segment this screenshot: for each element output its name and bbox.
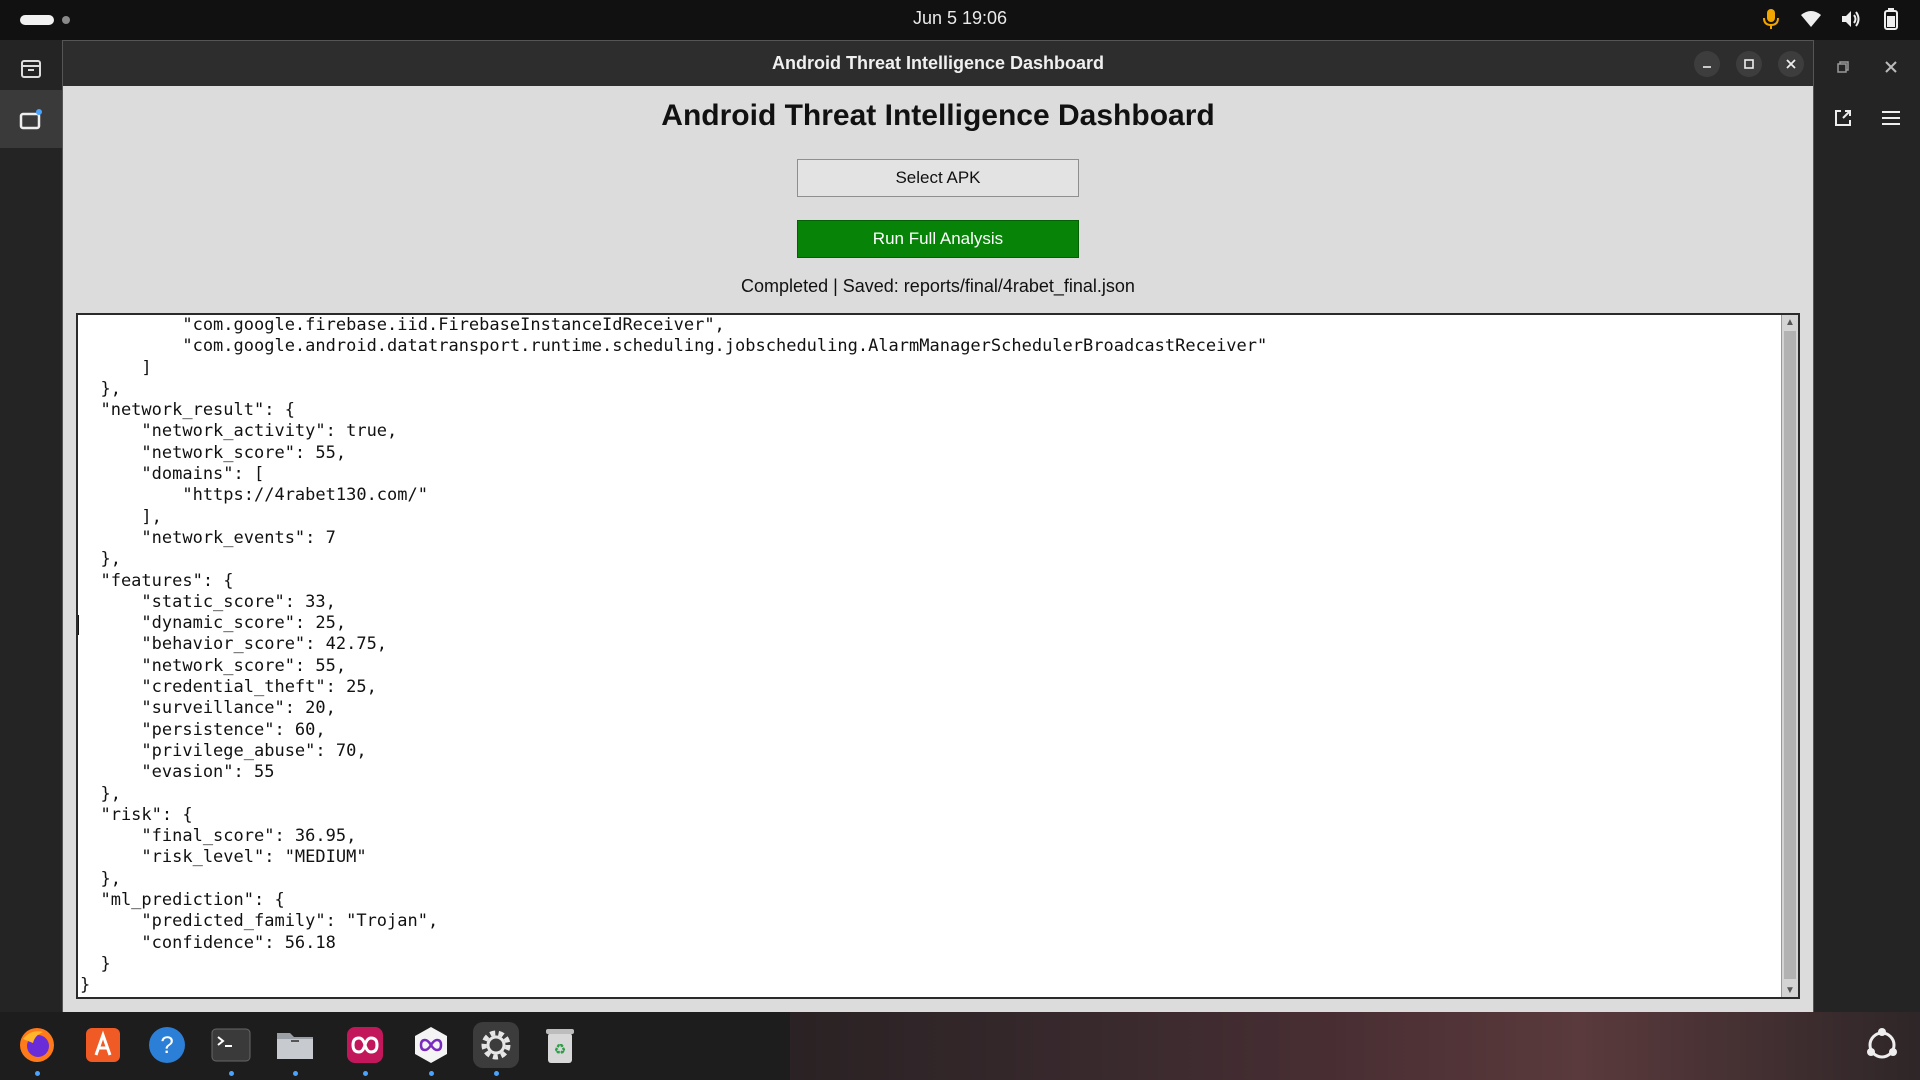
volume-icon[interactable]: [1840, 8, 1862, 30]
terminal-icon[interactable]: [208, 1022, 254, 1068]
text-cursor: [78, 615, 79, 635]
restore-icon[interactable]: [1828, 52, 1858, 82]
settings-running-dot: [494, 1071, 499, 1076]
files-running-dot: [293, 1071, 298, 1076]
clock[interactable]: Jun 5 19:06: [0, 8, 1920, 29]
settings-icon[interactable]: [473, 1022, 519, 1068]
run-full-analysis-button[interactable]: Run Full Analysis: [797, 220, 1079, 258]
page-title: Android Threat Intelligence Dashboard: [661, 99, 1215, 132]
terminal-running-dot: [229, 1071, 234, 1076]
window-titlebar[interactable]: Android Threat Intelligence Dashboard: [63, 41, 1813, 86]
microphone-icon[interactable]: [1760, 8, 1782, 30]
window-title: Android Threat Intelligence Dashboard: [771, 53, 1105, 73]
battery-icon[interactable]: [1880, 8, 1902, 30]
window-switcher-icon[interactable]: [0, 90, 62, 148]
maximize-button[interactable]: [1736, 51, 1762, 77]
scrollbar-thumb[interactable]: [1784, 331, 1796, 979]
show-apps-icon[interactable]: [1859, 1022, 1905, 1068]
close-icon[interactable]: [1876, 52, 1906, 82]
export-icon[interactable]: [1828, 103, 1858, 133]
app-window: Android Threat Intelligence Dashboard An…: [62, 40, 1814, 1014]
firefox-icon[interactable]: [14, 1022, 60, 1068]
minimize-button[interactable]: [1694, 51, 1720, 77]
top-bar: Jun 5 19:06: [0, 0, 1920, 40]
help-icon[interactable]: ?: [144, 1022, 190, 1068]
trash-icon[interactable]: ♻: [537, 1022, 583, 1068]
status-label: Completed | Saved: reports/final/4rabet_…: [741, 276, 1135, 296]
infinity-app-icon[interactable]: [342, 1022, 388, 1068]
scroll-down-arrow-icon[interactable]: ▼: [1782, 983, 1798, 997]
system-tray[interactable]: [1760, 8, 1902, 30]
firefox-running-dot: [35, 1071, 40, 1076]
svg-text:?: ?: [160, 1032, 173, 1059]
left-panel: [0, 40, 62, 1012]
select-apk-button[interactable]: Select APK: [797, 159, 1079, 197]
archive-icon[interactable]: [14, 52, 48, 86]
menu-icon[interactable]: [1876, 103, 1906, 133]
svg-text:♻: ♻: [554, 1042, 567, 1058]
infinity-app-running-dot: [363, 1071, 368, 1076]
infinity-app-alt-icon[interactable]: [408, 1022, 454, 1068]
wifi-icon[interactable]: [1800, 8, 1822, 30]
right-panel: [1814, 40, 1920, 1012]
analysis-output-textarea[interactable]: "com.google.firebase.iid.FirebaseInstanc…: [76, 313, 1800, 999]
close-button[interactable]: [1778, 51, 1804, 77]
scroll-up-arrow-icon[interactable]: ▲: [1782, 315, 1798, 329]
app-center-icon[interactable]: [80, 1022, 126, 1068]
vertical-scrollbar[interactable]: ▲ ▼: [1781, 315, 1798, 997]
analysis-output-text: "com.google.firebase.iid.FirebaseInstanc…: [80, 315, 1268, 996]
taskbar: ? ♻: [0, 1012, 1920, 1080]
wallpaper: [790, 1012, 1920, 1080]
infinity-app-alt-running-dot: [429, 1071, 434, 1076]
files-icon[interactable]: [272, 1022, 318, 1068]
